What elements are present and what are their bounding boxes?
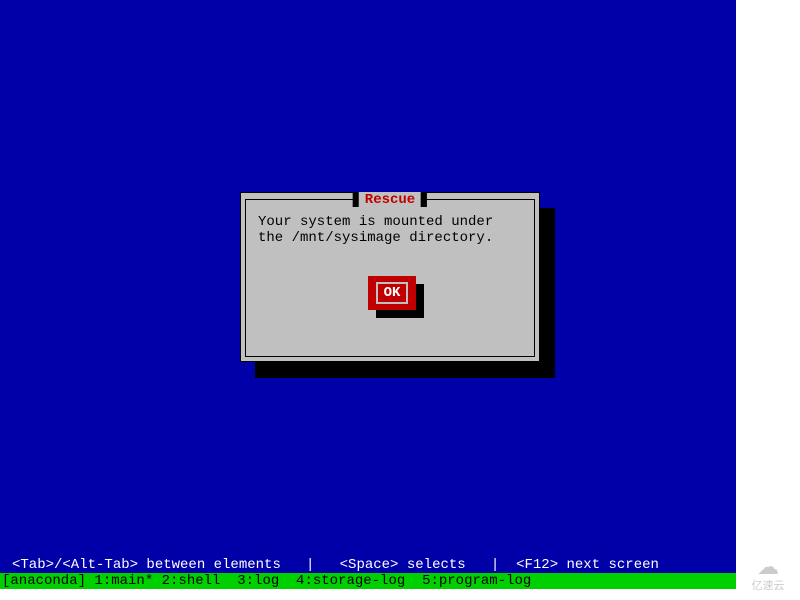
rescue-dialog: Rescue Your system is mounted under the …: [240, 192, 540, 362]
dialog-title-wrap: Rescue: [353, 192, 427, 208]
watermark: ☁ 亿速云: [738, 550, 798, 600]
cloud-icon: ☁: [757, 557, 779, 577]
title-decoration-right: [421, 193, 427, 207]
dialog-title: Rescue: [359, 192, 421, 208]
ok-button-label: OK: [376, 282, 409, 304]
dialog-frame: Rescue Your system is mounted under the …: [245, 199, 535, 357]
dialog-message: Your system is mounted under the /mnt/sy…: [258, 214, 522, 246]
console-screen: Rescue Your system is mounted under the …: [0, 0, 736, 589]
help-bar: <Tab>/<Alt-Tab> between elements | <Spac…: [0, 557, 736, 573]
status-bar: [anaconda] 1:main* 2:shell 3:log 4:stora…: [0, 573, 736, 589]
ok-button[interactable]: OK: [368, 276, 416, 310]
watermark-text: 亿速云: [752, 577, 785, 593]
